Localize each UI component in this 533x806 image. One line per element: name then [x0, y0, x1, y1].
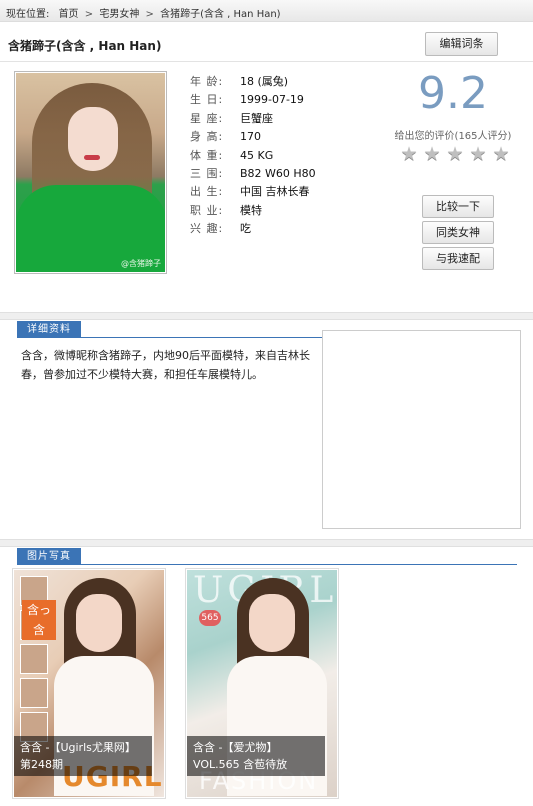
info-label: 兴 趣: — [190, 222, 224, 236]
info-value: B82 W60 H80 — [240, 166, 316, 180]
info-value: 1999-07-19 — [240, 93, 304, 107]
details-side-box — [322, 330, 521, 529]
info-label: 三 围: — [190, 166, 224, 180]
gallery-caption[interactable]: 含含 -【Ugirls尤果网】第248期 — [14, 736, 152, 776]
star-icon[interactable]: ★ — [399, 144, 419, 164]
rating-score: 9.2 — [418, 68, 488, 119]
info-value: 中国 吉林长春 — [240, 185, 310, 199]
edit-entry-button[interactable]: 编辑词条 — [425, 32, 498, 56]
breadcrumb-prefix: 现在位置: — [6, 9, 50, 20]
info-value: 45 KG — [240, 148, 274, 162]
info-value: 吃 — [240, 222, 251, 236]
star-icon[interactable]: ★ — [468, 144, 488, 164]
breadcrumb-current-link[interactable]: 含猪蹄子(含含 , Han Han) — [160, 9, 281, 20]
gallery-section-rule — [17, 564, 517, 565]
info-value: 巨蟹座 — [240, 111, 273, 125]
info-label: 职 业: — [190, 203, 224, 217]
info-value: 模特 — [240, 203, 262, 217]
thumb-badge: 565 — [199, 610, 221, 626]
star-icon[interactable]: ★ — [491, 144, 511, 164]
details-section-tab: 详细资料 — [17, 321, 81, 338]
info-value: 18 (属兔) — [240, 75, 289, 88]
gallery-item[interactable]: 含っ含 UGIRLS 含含 -【Ugirls尤果网】第248期 — [12, 568, 166, 799]
info-label: 出 生: — [190, 185, 224, 199]
photo-lips-shape — [84, 155, 100, 160]
star-icon[interactable]: ★ — [422, 144, 442, 164]
info-row-measurements: 三 围: B82 W60 H80 — [190, 165, 316, 183]
gallery-caption[interactable]: 含含 -【爱尤物】VOL.565 含苞待放 — [187, 736, 325, 776]
thumb-face-shape — [76, 594, 122, 652]
gallery-thumbnail[interactable]: 含っ含 UGIRLS 含含 -【Ugirls尤果网】第248期 — [14, 570, 164, 797]
thumb-badge: 含っ含 — [22, 600, 56, 640]
info-row-birthday: 生 日: 1999-07-19 — [190, 91, 316, 109]
info-row-weight: 体 重: 45 KG — [190, 147, 316, 165]
gallery-section-tab: 图片写真 — [17, 548, 81, 565]
info-row-birthplace: 出 生: 中国 吉林长春 — [190, 183, 316, 201]
breadcrumb-category-link[interactable]: 宅男女神 — [99, 9, 139, 20]
info-label: 星 座: — [190, 111, 224, 125]
header-divider — [0, 61, 533, 62]
breadcrumb: 现在位置: 首页 > 宅男女神 > 含猪蹄子(含含 , Han Han) — [0, 0, 533, 22]
match-me-button[interactable]: 与我速配 — [422, 247, 494, 270]
info-label: 生 日: — [190, 93, 224, 107]
gallery-thumbnail[interactable]: UGIRLS 565 FASHION 含含 -【爱尤物】VOL.565 含苞待放 — [187, 570, 337, 797]
photo-watermark: @含猪蹄子 — [121, 259, 161, 268]
star-icon[interactable]: ★ — [445, 144, 465, 164]
profile-info-list: 年 龄: 18 (属兔) 生 日: 1999-07-19 星 座: 巨蟹座 身 高: 1… — [190, 73, 316, 239]
section-divider — [0, 539, 533, 547]
info-label: 年 龄: — [190, 75, 224, 88]
info-row-height: 身 高: 170 — [190, 128, 316, 146]
info-row-interests: 兴 趣: 吃 — [190, 220, 316, 238]
breadcrumb-home-link[interactable]: 首页 — [59, 9, 79, 20]
info-row-zodiac: 星 座: 巨蟹座 — [190, 110, 316, 128]
profile-photo-image: @含猪蹄子 — [16, 73, 165, 272]
gallery-item[interactable]: UGIRLS 565 FASHION 含含 -【爱尤物】VOL.565 含苞待放 — [185, 568, 339, 799]
details-description: 含含，微博昵称含猪蹄子，内地90后平面模特，来自吉林长春，曾参加过不少模特大赛，… — [21, 349, 310, 381]
info-label: 体 重: — [190, 148, 224, 162]
rating-prompt: 给出您的评价(165人评分) — [394, 131, 512, 142]
thumb-face-shape — [249, 594, 295, 652]
page-title: 含猪蹄子(含含 , Han Han) — [8, 39, 162, 53]
info-row-occupation: 职 业: 模特 — [190, 202, 316, 220]
breadcrumb-separator: > — [145, 9, 154, 20]
similar-goddess-button[interactable]: 同类女神 — [422, 221, 494, 244]
info-row-age: 年 龄: 18 (属兔) — [190, 73, 316, 91]
breadcrumb-separator: > — [84, 9, 94, 20]
photo-face-shape — [68, 107, 118, 171]
info-label: 身 高: — [190, 130, 224, 144]
rating-stars: ★ ★ ★ ★ ★ — [399, 144, 511, 164]
compare-button[interactable]: 比较一下 — [422, 195, 494, 218]
profile-photo: @含猪蹄子 — [14, 71, 167, 274]
info-value: 170 — [240, 130, 261, 144]
section-divider — [0, 312, 533, 320]
